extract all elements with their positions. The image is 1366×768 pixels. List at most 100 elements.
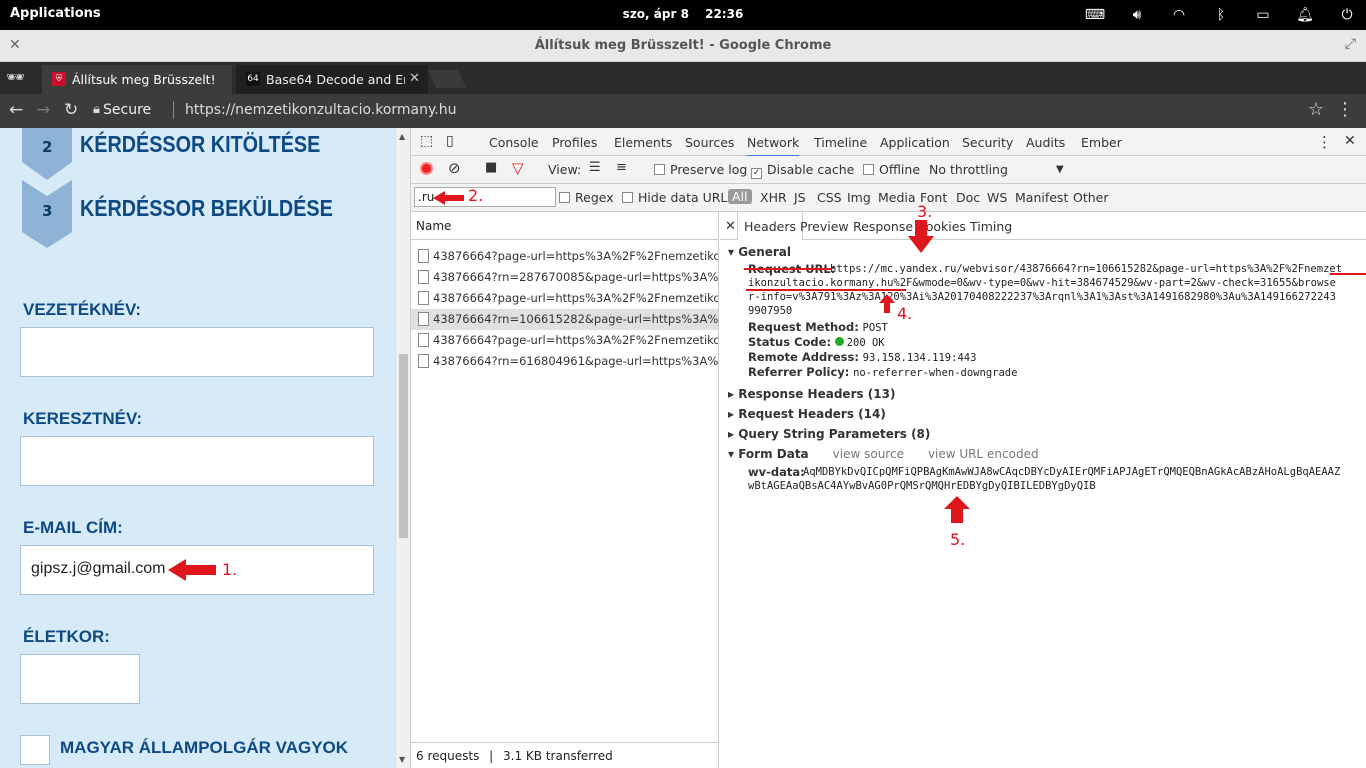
- regex-checkbox[interactable]: [559, 192, 570, 203]
- firstname-input[interactable]: [20, 436, 374, 486]
- request-url-value: https://mc.yandex.ru/webvisor/43876664?r…: [830, 263, 1343, 275]
- scrollbar-thumb[interactable]: [399, 354, 408, 538]
- filter-icon[interactable]: ▽: [512, 159, 524, 177]
- age-input[interactable]: [20, 654, 140, 704]
- tab-response[interactable]: Response: [853, 219, 913, 234]
- preserve-log-option[interactable]: Preserve log: [654, 162, 747, 177]
- address-bar[interactable]: https://nemzetikonzultacio.kormany.hu: [185, 102, 457, 118]
- referrer-policy-label: Referrer Policy:: [748, 365, 850, 379]
- camera-icon[interactable]: ■: [485, 160, 497, 175]
- filter-all[interactable]: All: [728, 189, 752, 204]
- filter-js[interactable]: JS: [794, 190, 806, 205]
- wifi-icon[interactable]: ◠: [1168, 5, 1190, 25]
- power-icon[interactable]: ⏻: [1336, 5, 1358, 25]
- details-close-icon[interactable]: ✕: [725, 219, 736, 234]
- request-row[interactable]: 43876664?rn=287670085&page-url=https%3A%…: [411, 267, 718, 288]
- citizen-checkbox[interactable]: [20, 735, 50, 765]
- tab-application[interactable]: Application: [880, 135, 950, 150]
- bookmark-star-icon[interactable]: ☆: [1308, 99, 1324, 120]
- scroll-up-icon[interactable]: ▲: [399, 132, 405, 141]
- tab-timeline[interactable]: Timeline: [814, 135, 867, 150]
- tab-sources[interactable]: Sources: [685, 135, 734, 150]
- reload-icon[interactable]: ↻: [64, 100, 78, 120]
- volume-icon[interactable]: 🔊︎: [1126, 5, 1148, 25]
- tab-brusszel[interactable]: ⛨ Állítsuk meg Brüsszelt!: [42, 65, 232, 94]
- annotation-arrow-icon: [433, 191, 464, 205]
- new-tab-button[interactable]: [427, 70, 467, 88]
- tab-profiles[interactable]: Profiles: [552, 135, 597, 150]
- hide-data-urls-checkbox[interactable]: [622, 192, 633, 203]
- devtools-close-icon[interactable]: ✕: [1344, 133, 1356, 149]
- offline-checkbox[interactable]: [863, 164, 874, 175]
- form-data-section[interactable]: ▾ Form Data view source view URL encoded: [728, 447, 1039, 461]
- annotation-arrow-icon: [168, 559, 216, 581]
- tab-base64[interactable]: 64 Base64 Decode and En ✕: [236, 65, 428, 94]
- lock-icon[interactable]: 🔒︎: [93, 102, 100, 117]
- request-url-value: 9907950: [748, 305, 793, 317]
- filter-doc[interactable]: Doc: [956, 190, 980, 205]
- back-arrow-icon[interactable]: ←: [9, 100, 23, 120]
- throttling-select[interactable]: No throttling: [929, 162, 1008, 177]
- page-scrollbar[interactable]: ▲ ▼: [395, 128, 410, 768]
- view-url-encoded-link[interactable]: view URL encoded: [928, 447, 1039, 461]
- lastname-input[interactable]: [20, 327, 374, 377]
- tab-elements[interactable]: Elements: [614, 135, 672, 150]
- disable-cache-option[interactable]: ✓ Disable cache: [751, 162, 854, 179]
- request-headers-section[interactable]: ▸ Request Headers (14): [728, 407, 886, 421]
- request-row[interactable]: 43876664?page-url=https%3A%2F%2Fnemzetik…: [411, 330, 718, 351]
- devtools-menu-icon[interactable]: ⋮: [1317, 133, 1332, 151]
- filter-ws[interactable]: WS: [987, 190, 1007, 205]
- citizen-label: MAGYAR ÁLLAMPOLGÁR VAGYOK: [60, 738, 349, 757]
- filter-manifest[interactable]: Manifest: [1015, 190, 1068, 205]
- tab-timing[interactable]: Timing: [970, 219, 1012, 234]
- tab-network[interactable]: Network: [747, 135, 800, 157]
- chevron-down-icon[interactable]: ▼: [1056, 164, 1064, 175]
- notification-bell-icon[interactable]: 🔔︎: [1294, 5, 1316, 25]
- tab-headers[interactable]: Headers: [737, 212, 804, 240]
- tab-preview[interactable]: Preview: [800, 219, 849, 234]
- offline-option[interactable]: Offline: [863, 162, 920, 177]
- forward-arrow-icon[interactable]: →: [36, 100, 50, 120]
- filter-media[interactable]: Media: [878, 190, 916, 205]
- filter-img[interactable]: Img: [847, 190, 871, 205]
- overview-icon[interactable]: ≡: [616, 160, 627, 175]
- chrome-menu-icon[interactable]: ⋮: [1336, 99, 1354, 120]
- battery-icon[interactable]: ▭: [1252, 5, 1274, 25]
- request-row-selected[interactable]: 43876664?rn=106615282&page-url=https%3A%…: [411, 309, 718, 330]
- remote-address-label: Remote Address:: [748, 350, 859, 364]
- tab-ember[interactable]: Ember: [1081, 135, 1122, 150]
- device-toolbar-icon[interactable]: ▯: [446, 133, 454, 149]
- request-row[interactable]: 43876664?page-url=https%3A%2F%2Fnemzetik…: [411, 246, 718, 267]
- tab-close-icon[interactable]: ✕: [405, 71, 420, 86]
- request-list-header[interactable]: Name: [411, 212, 718, 240]
- general-label: General: [738, 245, 792, 259]
- filter-css[interactable]: CSS: [817, 190, 842, 205]
- window-title-bar: ✕ Állítsuk meg Brüsszelt! - Google Chrom…: [0, 30, 1366, 62]
- keyboard-icon[interactable]: ⌨: [1084, 5, 1106, 25]
- response-headers-section[interactable]: ▸ Response Headers (13): [728, 387, 895, 401]
- general-section[interactable]: ▾ General: [728, 245, 791, 259]
- large-rows-icon[interactable]: ☰: [589, 160, 601, 175]
- bluetooth-icon[interactable]: ᛒ: [1210, 5, 1232, 25]
- inspect-element-icon[interactable]: ⬚: [420, 133, 433, 149]
- view-source-link[interactable]: view source: [833, 447, 904, 461]
- record-icon[interactable]: [420, 162, 433, 175]
- scroll-down-icon[interactable]: ▼: [399, 755, 405, 764]
- clear-icon[interactable]: ⊘: [448, 159, 461, 177]
- filter-other[interactable]: Other: [1073, 190, 1109, 205]
- preserve-log-checkbox[interactable]: [654, 164, 665, 175]
- secure-label[interactable]: Secure: [103, 102, 151, 118]
- tab-console[interactable]: Console: [489, 135, 539, 150]
- regex-option[interactable]: Regex: [559, 190, 614, 205]
- disable-cache-checkbox[interactable]: ✓: [751, 168, 762, 179]
- hide-data-urls-option[interactable]: Hide data URLs: [622, 190, 734, 205]
- query-params-section[interactable]: ▸ Query String Parameters (8): [728, 427, 930, 441]
- tab-audits[interactable]: Audits: [1026, 135, 1065, 150]
- tab-security[interactable]: Security: [962, 135, 1013, 150]
- request-row[interactable]: 43876664?page-url=https%3A%2F%2Fnemzetik…: [411, 288, 718, 309]
- document-icon: [418, 270, 429, 284]
- window-maximize-icon[interactable]: ⤢: [1345, 36, 1356, 52]
- filter-xhr[interactable]: XHR: [760, 190, 787, 205]
- request-row[interactable]: 43876664?rn=616804961&page-url=https%3A%…: [411, 351, 718, 372]
- remote-address-row: Remote Address: 93.158.134.119:443: [748, 350, 976, 364]
